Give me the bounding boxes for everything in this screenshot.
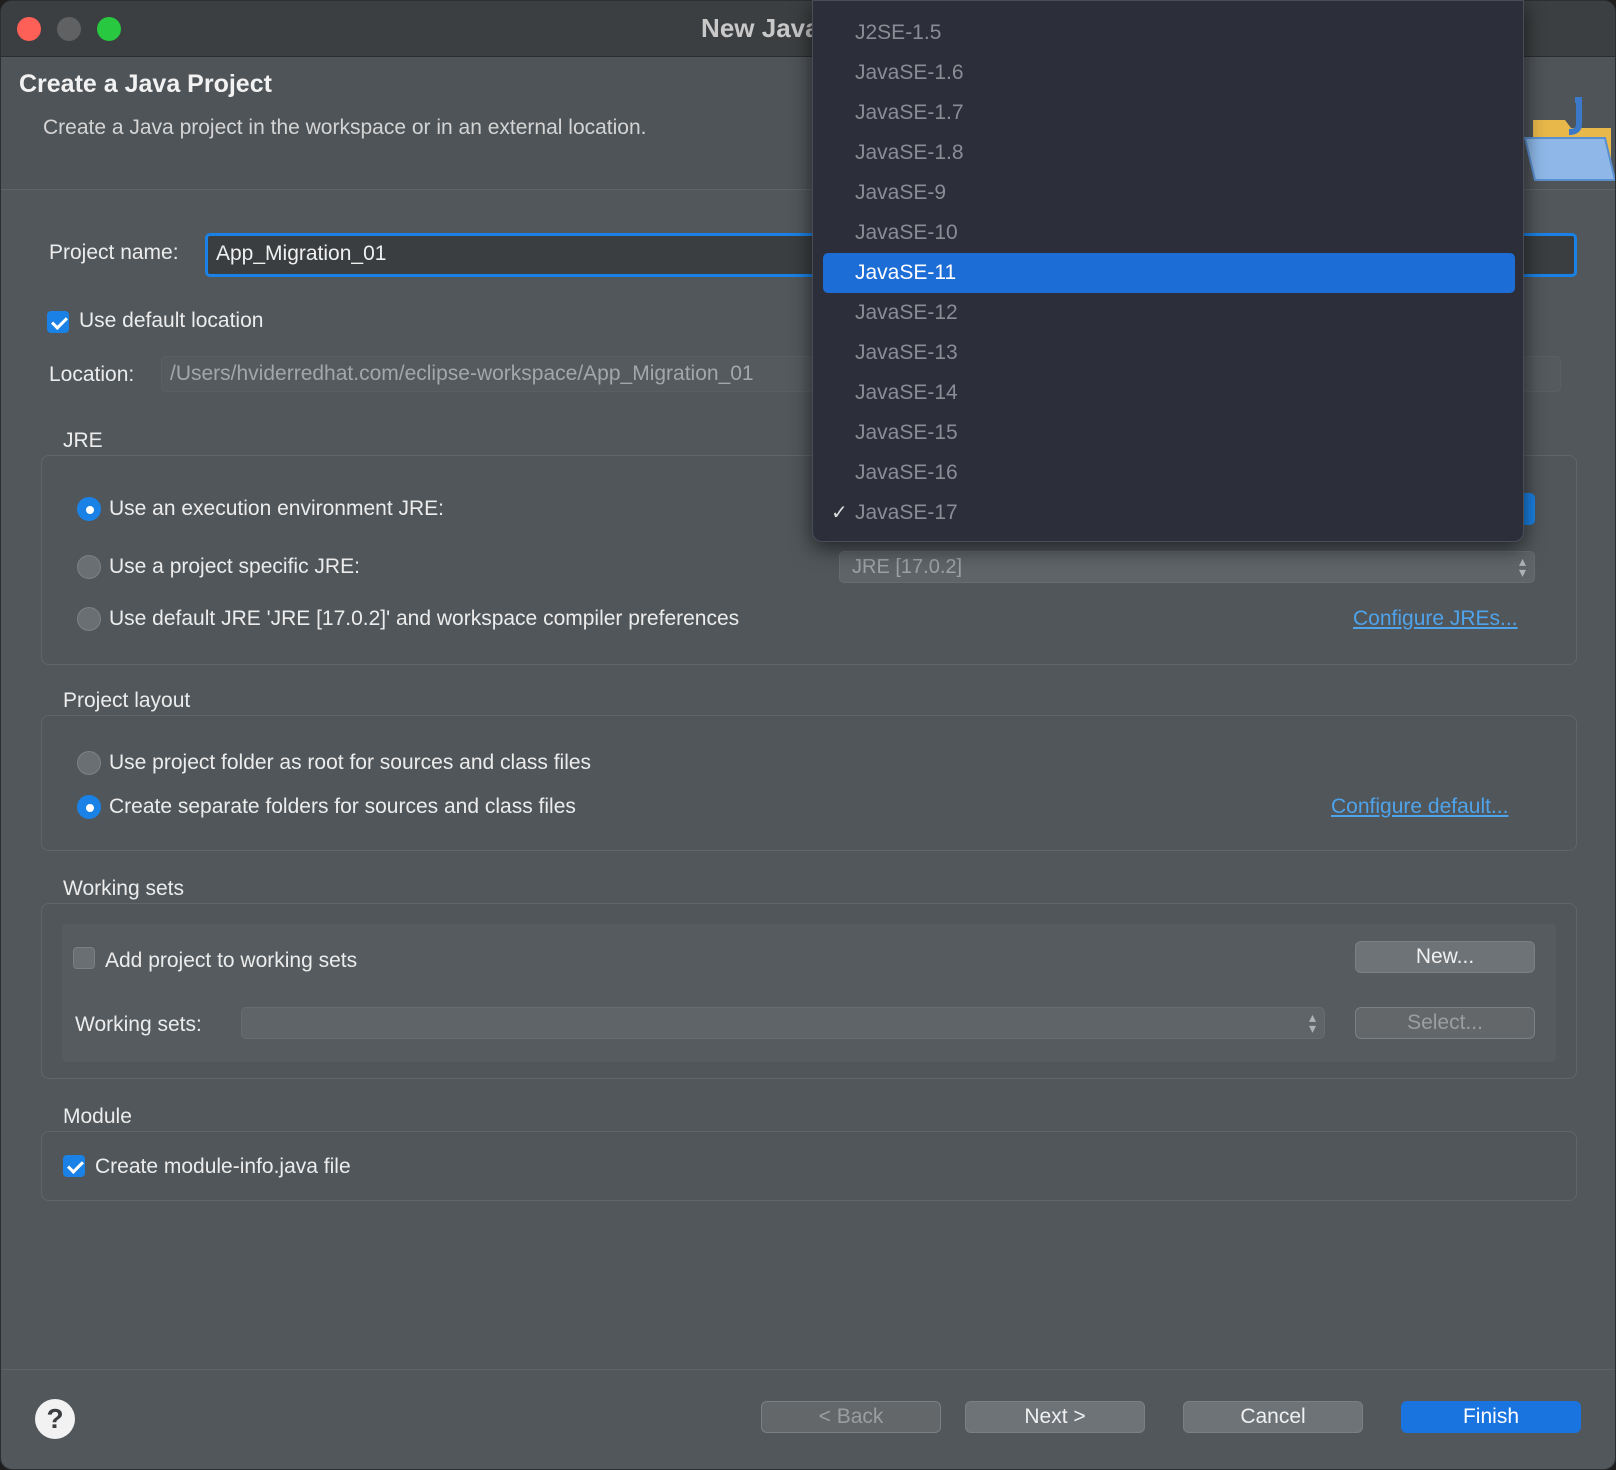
next-button[interactable]: Next >: [965, 1401, 1145, 1433]
dropdown-item-javase-13[interactable]: JavaSE-13: [823, 333, 1515, 373]
jre-default-label: Use default JRE 'JRE [17.0.2]' and works…: [109, 607, 740, 630]
configure-jres-link[interactable]: Configure JREs...: [1353, 607, 1518, 631]
finish-button[interactable]: Finish: [1401, 1401, 1581, 1433]
back-button[interactable]: < Back: [761, 1401, 941, 1433]
combo-arrows-icon: ▴ ▾: [1308, 1009, 1316, 1036]
dropdown-item-javase-16[interactable]: JavaSE-16: [823, 453, 1515, 493]
project-specific-jre-combo[interactable]: JRE [17.0.2] ▴ ▾: [839, 551, 1535, 583]
checkmark-icon: ✓: [831, 502, 848, 524]
working-sets-inner-panel: [62, 924, 1556, 1062]
create-module-info-checkbox[interactable]: [63, 1155, 85, 1177]
dropdown-item-javase-12[interactable]: JavaSE-12: [823, 293, 1515, 333]
project-layout-group: [41, 715, 1577, 851]
jre-execution-environment-label: Use an execution environment JRE:: [109, 497, 445, 520]
footer-separator: [1, 1369, 1615, 1370]
jre-execution-environment-radio[interactable]: [77, 497, 101, 521]
dropdown-item-javase-10[interactable]: JavaSE-10: [823, 213, 1515, 253]
select-working-sets-button[interactable]: Select...: [1355, 1007, 1535, 1039]
project-specific-jre-value: JRE [17.0.2]: [852, 556, 963, 578]
use-default-location-checkbox[interactable]: [47, 311, 69, 333]
module-group-title: Module: [63, 1105, 132, 1128]
use-default-location-label: Use default location: [79, 309, 264, 332]
dropdown-item-javase-15[interactable]: JavaSE-15: [823, 413, 1515, 453]
dropdown-item-javase-17-row[interactable]: ✓ JavaSE-17: [823, 493, 1515, 533]
layout-root-label: Use project folder as root for sources a…: [109, 751, 592, 774]
combo-arrows-icon: ▴ ▾: [1518, 553, 1526, 580]
working-sets-label: Working sets:: [75, 1013, 202, 1036]
page-description: Create a Java project in the workspace o…: [43, 116, 647, 139]
dropdown-item-j2se-1-5[interactable]: J2SE-1.5: [823, 13, 1515, 53]
dropdown-item-javase-11[interactable]: JavaSE-11: [823, 253, 1515, 293]
dropdown-item-javase-14[interactable]: JavaSE-14: [823, 373, 1515, 413]
project-layout-group-title: Project layout: [63, 689, 191, 712]
jre-default-radio[interactable]: [77, 607, 101, 631]
layout-separate-radio[interactable]: [77, 795, 101, 819]
working-sets-combo[interactable]: ▴ ▾: [241, 1007, 1325, 1039]
dropdown-item-javase-9[interactable]: JavaSE-9: [823, 173, 1515, 213]
dropdown-item-javase-1-8[interactable]: JavaSE-1.8: [823, 133, 1515, 173]
location-label: Location:: [49, 363, 135, 386]
help-icon[interactable]: ?: [35, 1399, 75, 1439]
layout-root-radio[interactable]: [77, 751, 101, 775]
java-project-folder-icon: [1523, 97, 1615, 181]
jre-group-title: JRE: [63, 429, 103, 452]
dropdown-item-javase-1-6[interactable]: JavaSE-1.6: [823, 53, 1515, 93]
execution-environment-dropdown: J2SE-1.5 JavaSE-1.6 JavaSE-1.7 JavaSE-1.…: [812, 0, 1524, 542]
add-to-working-sets-checkbox[interactable]: [73, 947, 95, 969]
cancel-button[interactable]: Cancel: [1183, 1401, 1363, 1433]
project-name-label: Project name:: [49, 241, 179, 264]
working-sets-group: [41, 903, 1577, 1079]
create-module-info-label: Create module-info.java file: [95, 1155, 351, 1178]
jre-project-specific-radio[interactable]: [77, 555, 101, 579]
jre-project-specific-label: Use a project specific JRE:: [109, 555, 360, 578]
layout-separate-label: Create separate folders for sources and …: [109, 795, 576, 818]
new-working-set-button[interactable]: New...: [1355, 941, 1535, 973]
dropdown-item-javase-17: JavaSE-17: [855, 501, 958, 524]
add-to-working-sets-label: Add project to working sets: [105, 949, 358, 972]
configure-default-link[interactable]: Configure default...: [1331, 795, 1508, 819]
page-title: Create a Java Project: [19, 70, 272, 98]
dropdown-item-javase-1-7[interactable]: JavaSE-1.7: [823, 93, 1515, 133]
working-sets-group-title: Working sets: [63, 877, 184, 900]
